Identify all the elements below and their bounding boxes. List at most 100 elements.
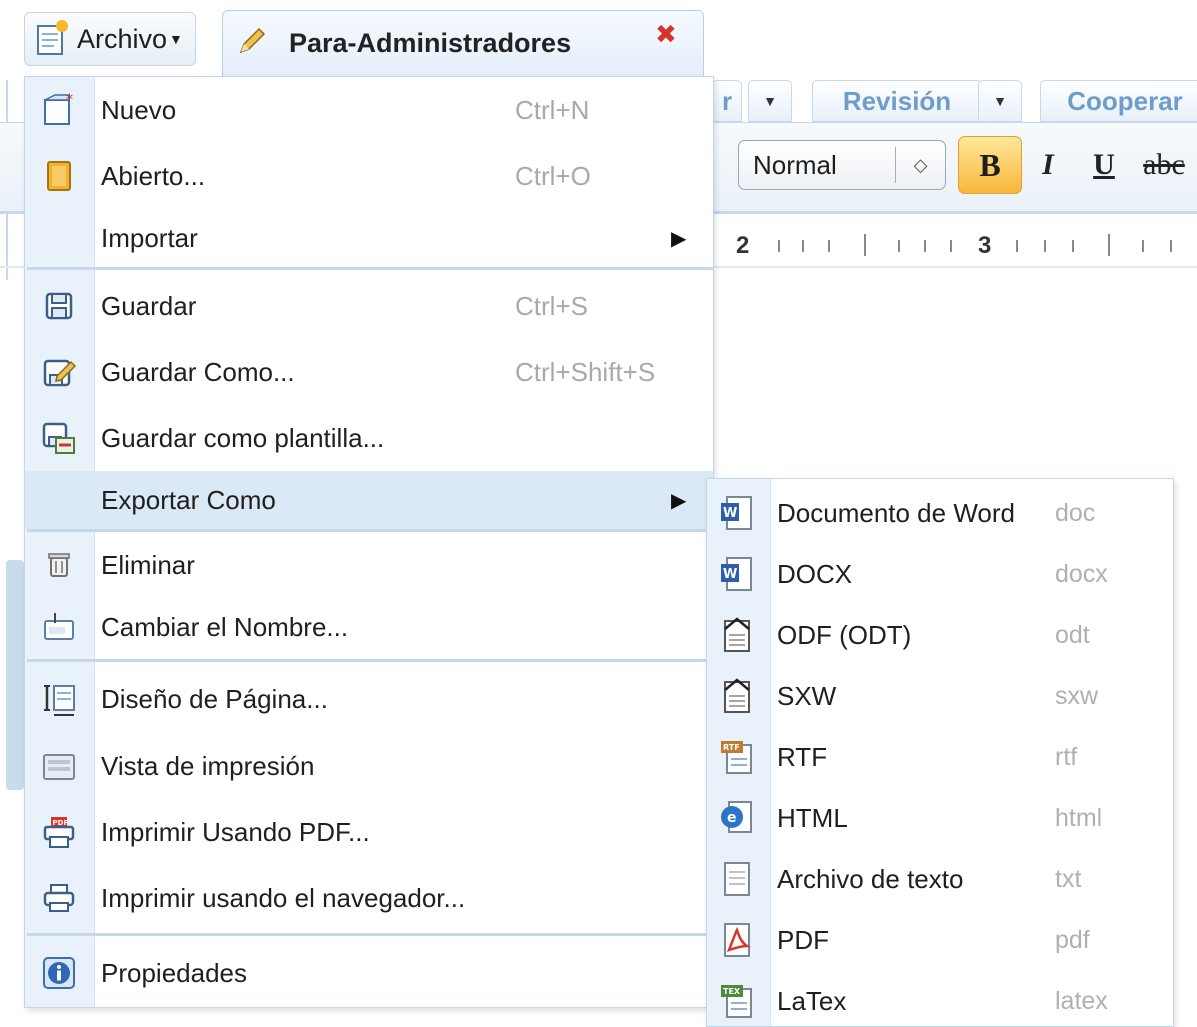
- export-item-label: Archivo de texto: [777, 863, 964, 894]
- export-item-odt[interactable]: ODF (ODT) odt: [707, 605, 1173, 665]
- menu-separator: [27, 659, 713, 662]
- chevron-down-icon: ▼: [763, 93, 777, 109]
- menu-item-eliminar[interactable]: Eliminar: [25, 535, 713, 595]
- paragraph-style-select[interactable]: Normal ◇: [738, 140, 946, 190]
- submenu-arrow-icon: ▶: [671, 227, 687, 250]
- menu-item-guardar-plantilla[interactable]: Guardar como plantilla...: [25, 405, 713, 471]
- style-select-value: Normal: [753, 149, 837, 180]
- export-item-html[interactable]: e HTML html: [707, 788, 1173, 848]
- menu-item-imprimir-pdf[interactable]: PDF Imprimir Usando PDF...: [25, 799, 713, 865]
- menu-item-label: Guardar Como...: [101, 356, 295, 387]
- word-doc-icon: W: [715, 491, 759, 535]
- menu-item-guardar-como[interactable]: Guardar Como... Ctrl+Shift+S: [25, 339, 713, 405]
- document-tab[interactable]: Para-Administradores ✖: [222, 10, 704, 76]
- italic-button[interactable]: I: [1028, 142, 1068, 188]
- export-item-latex[interactable]: TEX LaTex latex: [707, 971, 1173, 1027]
- info-icon: [39, 953, 79, 993]
- svg-text:TEX: TEX: [723, 987, 741, 996]
- latex-doc-icon: TEX: [715, 979, 759, 1023]
- ruler-tick: [1016, 240, 1018, 252]
- ruler-tick: [1044, 240, 1046, 252]
- menu-item-cambiar-nombre[interactable]: Cambiar el Nombre...: [25, 595, 713, 659]
- underline-button[interactable]: U: [1082, 142, 1126, 188]
- menu-item-abierto[interactable]: Abierto... Ctrl+O: [25, 143, 713, 209]
- ruler-tick: [1108, 234, 1110, 256]
- export-item-label: SXW: [777, 680, 837, 711]
- strikethrough-button[interactable]: abc: [1136, 142, 1192, 188]
- close-icon[interactable]: ✖: [655, 19, 677, 50]
- export-item-sxw[interactable]: SXW sxw: [707, 666, 1173, 726]
- ruler-tick: [950, 240, 952, 252]
- tab-dropdown-1[interactable]: ▼: [748, 80, 792, 122]
- menu-item-label: Vista de impresión: [101, 750, 315, 781]
- tab-cooperar[interactable]: Cooperar: [1040, 80, 1197, 122]
- open-folder-icon: [39, 156, 79, 196]
- export-item-extension: sxw: [1055, 681, 1099, 710]
- save-as-icon: [39, 352, 79, 392]
- file-menu-button[interactable]: Archivo ▼: [24, 12, 196, 66]
- save-template-icon: [39, 418, 79, 458]
- export-item-extension: latex: [1055, 986, 1108, 1015]
- page-setup-icon: [39, 679, 79, 719]
- pencil-icon: [235, 24, 269, 63]
- menu-item-importar[interactable]: Importar ▶: [25, 209, 713, 267]
- tab-dropdown-2[interactable]: ▼: [978, 80, 1022, 122]
- word-doc-icon: W: [715, 552, 759, 596]
- ruler-tick: [1142, 240, 1144, 252]
- ruler-tick: [924, 240, 926, 252]
- menu-item-label: Abierto...: [101, 160, 206, 191]
- export-item-label: HTML: [777, 802, 848, 833]
- svg-text:*: *: [66, 92, 73, 108]
- menu-item-propiedades[interactable]: Propiedades: [25, 939, 713, 1007]
- printer-icon: [39, 878, 79, 918]
- svg-text:RTF: RTF: [723, 743, 740, 752]
- menu-item-label: Nuevo: [101, 94, 177, 125]
- export-item-txt[interactable]: Archivo de texto txt: [707, 849, 1173, 909]
- menu-item-label: Propiedades: [101, 957, 247, 988]
- menu-item-label: Imprimir Usando PDF...: [101, 816, 370, 847]
- export-item-label: RTF: [777, 741, 828, 772]
- bold-button[interactable]: B: [958, 136, 1022, 194]
- document-tab-title: Para-Administradores: [289, 28, 572, 58]
- export-item-label: PDF: [777, 924, 829, 955]
- ruler-number: 3: [978, 232, 992, 259]
- menu-item-label: Cambiar el Nombre...: [101, 611, 349, 642]
- html-doc-icon: e: [715, 796, 759, 840]
- ruler-tick: [802, 240, 804, 252]
- svg-text:e: e: [727, 810, 737, 826]
- print-pdf-icon: PDF: [39, 812, 79, 852]
- export-item-rtf[interactable]: RTF RTF rtf: [707, 727, 1173, 787]
- ruler-tick: [898, 240, 900, 252]
- new-document-icon: *: [39, 90, 79, 130]
- menu-item-exportar-como[interactable]: Exportar Como ▶: [25, 471, 713, 529]
- menu-item-diseno-pagina[interactable]: Diseño de Página...: [25, 665, 713, 733]
- ruler-number: 2: [736, 232, 750, 259]
- tab-partial[interactable]: r: [712, 80, 742, 122]
- export-item-docx[interactable]: W DOCX docx: [707, 544, 1173, 604]
- export-item-extension: html: [1055, 803, 1103, 832]
- menu-item-shortcut: Ctrl+Shift+S: [515, 356, 656, 387]
- export-item-extension: odt: [1055, 620, 1090, 649]
- export-item-extension: docx: [1055, 559, 1108, 588]
- side-panel-handle[interactable]: [6, 560, 24, 790]
- export-submenu: W Documento de Word doc W DOCX docx ODF …: [706, 478, 1174, 1027]
- export-item-pdf[interactable]: PDF pdf: [707, 910, 1173, 970]
- chevron-down-icon: ▼: [169, 31, 183, 47]
- tab-revision[interactable]: Revisión: [812, 80, 982, 122]
- menu-item-imprimir-navegador[interactable]: Imprimir usando el navegador...: [25, 865, 713, 931]
- ruler-tick: [778, 240, 780, 252]
- rename-icon: [39, 607, 79, 647]
- file-menu-label: Archivo: [77, 23, 168, 54]
- menu-item-label: Guardar como plantilla...: [101, 422, 385, 453]
- menu-item-label: Importar: [101, 222, 198, 253]
- export-item-extension: txt: [1055, 864, 1082, 893]
- export-item-extension: rtf: [1055, 742, 1078, 771]
- export-item-extension: pdf: [1055, 925, 1090, 954]
- svg-text:W: W: [723, 567, 737, 582]
- export-item-doc[interactable]: W Documento de Word doc: [707, 483, 1173, 543]
- ruler-tick: [1170, 240, 1172, 252]
- menu-item-nuevo[interactable]: * Nuevo Ctrl+N: [25, 77, 713, 143]
- menu-item-guardar[interactable]: Guardar Ctrl+S: [25, 273, 713, 339]
- export-item-label: Documento de Word: [777, 497, 1015, 528]
- menu-item-vista-impresion[interactable]: Vista de impresión: [25, 733, 713, 799]
